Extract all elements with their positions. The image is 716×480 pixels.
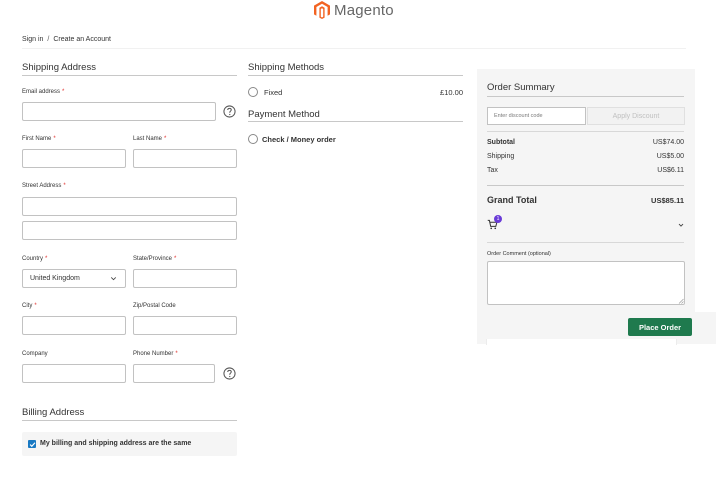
order-comment-label: Order Comment (optional)	[487, 251, 551, 257]
company-label: Company	[22, 351, 48, 357]
magento-logo-icon	[314, 1, 330, 19]
payment-checkmo-label: Check / Money order	[262, 135, 336, 144]
create-account-link[interactable]: Create an Account	[53, 36, 111, 43]
first-name-field[interactable]	[22, 149, 126, 168]
phone-label: Phone Number *	[133, 351, 178, 357]
checkmark-icon	[29, 441, 35, 447]
chevron-down-icon	[678, 223, 684, 227]
country-value: United Kingdom	[30, 275, 80, 282]
order-summary-title: Order Summary	[487, 82, 555, 93]
header-divider	[22, 48, 686, 49]
required-mark: *	[174, 256, 177, 262]
zip-field[interactable]	[133, 316, 237, 335]
required-mark: *	[175, 351, 178, 357]
payment-method-rule	[248, 121, 463, 122]
city-field[interactable]	[22, 316, 126, 335]
billing-address-title: Billing Address	[22, 407, 85, 418]
shipping-fixed-price: £10.00	[440, 88, 463, 97]
street-line-1-field[interactable]	[22, 197, 237, 216]
country-select[interactable]: United Kingdom	[22, 269, 126, 288]
shipping-address-rule	[22, 75, 237, 76]
magento-logo[interactable]: Magento	[314, 0, 394, 20]
help-icon[interactable]	[223, 367, 236, 380]
required-mark: *	[164, 136, 167, 142]
street-line-2-field[interactable]	[22, 221, 237, 240]
email-field[interactable]	[22, 102, 216, 121]
city-label: City *	[22, 303, 37, 309]
shipping-methods-title: Shipping Methods	[248, 62, 325, 73]
country-label: Country *	[22, 256, 48, 262]
shipping-methods-rule	[248, 75, 463, 76]
first-name-label: First Name *	[22, 136, 56, 142]
shipping-fixed-label: Fixed	[264, 88, 283, 97]
tax-label: Tax	[487, 167, 498, 174]
email-label: Email address *	[22, 89, 65, 95]
tax-value: US$6.11	[657, 167, 684, 174]
last-name-label: Last Name *	[133, 136, 167, 142]
discount-code-input[interactable]: Enter discount code	[487, 107, 586, 125]
chevron-down-icon	[110, 277, 117, 281]
shipping-address-title: Shipping Address	[22, 62, 96, 73]
summary-card-edge	[486, 339, 677, 345]
cart-items-toggle[interactable]	[487, 215, 684, 233]
street-label: Street Address *	[22, 183, 66, 189]
company-field[interactable]	[22, 364, 126, 383]
totals-rule	[487, 185, 684, 186]
auth-links: Sign in / Create an Account	[22, 36, 111, 43]
grand-total-value: US$85.11	[651, 196, 684, 205]
shipping-fixed-radio[interactable]	[248, 87, 258, 97]
state-field[interactable]	[133, 269, 237, 288]
subtotal-value: US$74.00	[652, 139, 684, 146]
last-name-field[interactable]	[133, 149, 237, 168]
shipping-label: Shipping	[487, 153, 515, 160]
order-summary-rule	[487, 96, 684, 97]
required-mark: *	[45, 256, 48, 262]
discount-rule	[487, 131, 684, 132]
resize-handle-icon[interactable]	[678, 298, 684, 304]
apply-discount-button[interactable]: Apply Discount	[587, 107, 685, 125]
cart-count-badge: 1	[494, 215, 502, 223]
required-mark: *	[62, 89, 65, 95]
help-icon[interactable]	[223, 105, 236, 118]
cart-rule	[487, 242, 684, 243]
phone-field[interactable]	[133, 364, 215, 383]
grand-total-label: Grand Total	[487, 195, 537, 205]
billing-same-checkbox[interactable]	[28, 440, 36, 448]
order-comment-textarea[interactable]	[487, 261, 685, 305]
payment-method-title: Payment Method	[248, 109, 320, 120]
required-mark: *	[53, 136, 56, 142]
auth-separator: /	[47, 36, 50, 43]
required-mark: *	[63, 183, 66, 189]
payment-checkmo-radio[interactable]	[248, 134, 258, 144]
shipping-value: US$5.00	[656, 153, 684, 160]
state-label: State/Province *	[133, 256, 177, 262]
billing-address-rule	[22, 420, 237, 421]
subtotal-label: Subtotal	[487, 139, 515, 146]
sign-in-link[interactable]: Sign in	[22, 36, 43, 43]
zip-label: Zip/Postal Code	[133, 303, 176, 309]
logo-text: Magento	[334, 1, 394, 19]
place-order-button[interactable]: Place Order	[628, 318, 692, 336]
required-mark: *	[34, 303, 37, 309]
billing-same-label: My billing and shipping address are the …	[40, 440, 192, 447]
